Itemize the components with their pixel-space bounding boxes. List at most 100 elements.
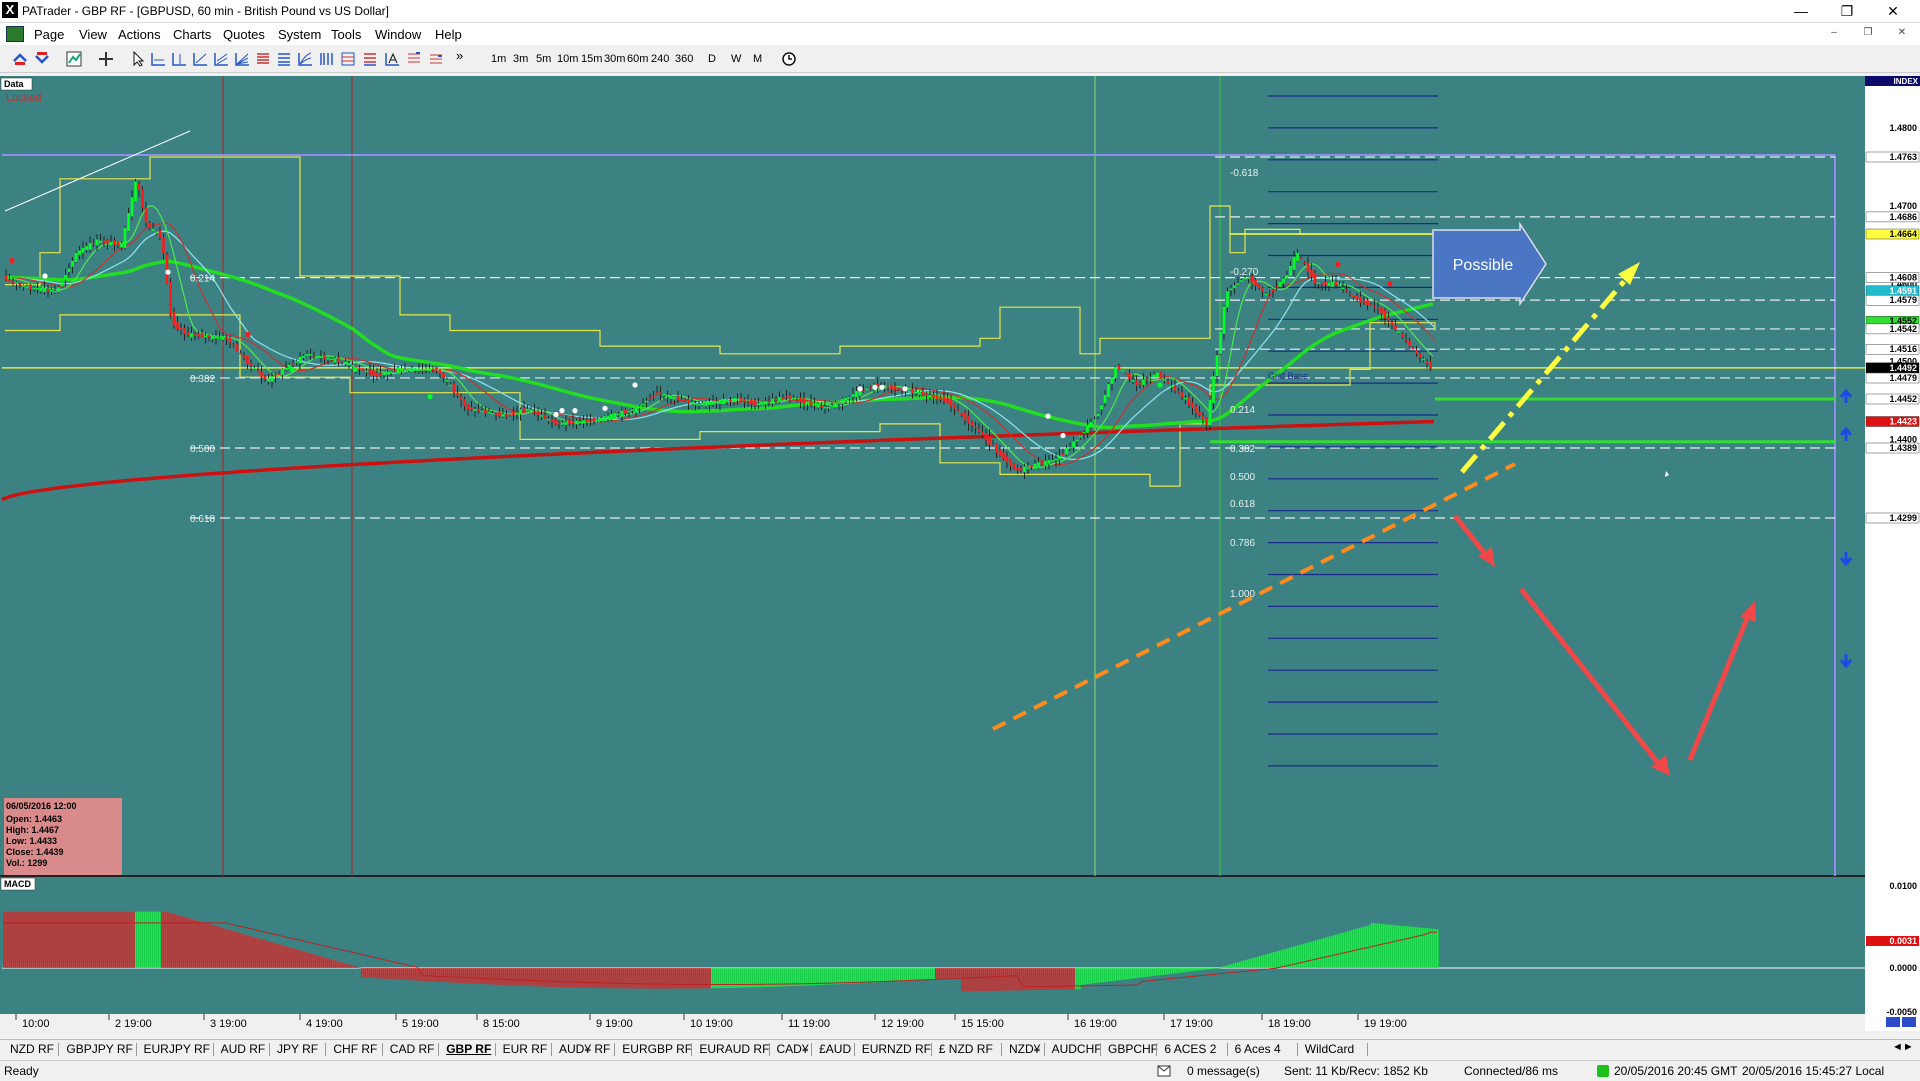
macd-histogram-bar	[307, 952, 309, 968]
symbol-tab[interactable]: GBP RF	[446, 1042, 491, 1056]
timeframe-60m-button[interactable]: 60m	[627, 53, 648, 65]
gann-grid-icon[interactable]	[340, 51, 356, 67]
macd-histogram-bar	[1333, 935, 1335, 968]
channel-icon[interactable]	[213, 51, 229, 67]
symbol-tab[interactable]: EURJPY RF	[144, 1042, 210, 1056]
candle-body	[683, 398, 687, 402]
symbol-tab[interactable]: AUD¥ RF	[559, 1042, 610, 1056]
timeframe-15m-button[interactable]: 15m	[581, 53, 602, 65]
macd-histogram-bar	[901, 968, 903, 981]
fib-fan-icon[interactable]	[297, 51, 313, 67]
symbol-tab[interactable]: NZD RF	[10, 1042, 54, 1056]
timeframe-daily-button[interactable]: D	[708, 53, 716, 65]
fib-retracement-icon[interactable]	[255, 51, 271, 67]
timeframe-monthly-button[interactable]: M	[753, 53, 762, 65]
tab-scroll-icon[interactable]: ◄►	[1892, 1041, 1914, 1053]
macd-histogram-bar	[1161, 968, 1163, 975]
minimize-button[interactable]: —	[1778, 0, 1824, 22]
macd-histogram-bar	[1093, 968, 1095, 984]
chart-icon[interactable]	[66, 51, 82, 67]
symbol-tab[interactable]: EURGBP RF	[622, 1042, 692, 1056]
timeframe-weekly-button[interactable]: W	[731, 53, 741, 65]
macd-histogram-bar	[719, 968, 721, 989]
menu-view[interactable]: View	[79, 27, 107, 42]
symbol-tab[interactable]: GBPCHF	[1108, 1042, 1158, 1056]
symbol-tab[interactable]: EURAUD RF	[699, 1042, 769, 1056]
timeframe-360-button[interactable]: 360	[675, 53, 693, 65]
mdi-minimize-button[interactable]: –	[1823, 27, 1845, 38]
candle-body	[277, 373, 281, 375]
candle-body	[1264, 293, 1268, 296]
menu-help[interactable]: Help	[435, 27, 462, 42]
mdi-restore-button[interactable]: ❐	[1857, 27, 1879, 38]
macd-histogram-bar	[841, 968, 843, 984]
time-axis-label: 3 19:00	[210, 1018, 247, 1030]
menu-window[interactable]: Window	[375, 27, 421, 42]
macd-histogram-bar	[263, 939, 265, 968]
timeframe-3m-button[interactable]: 3m	[513, 53, 528, 65]
candle-body	[760, 402, 764, 406]
timeframe-30m-button[interactable]: 30m	[604, 53, 625, 65]
fan-icon[interactable]	[234, 51, 250, 67]
candle-body	[386, 371, 389, 375]
maximize-button[interactable]: ❐	[1824, 0, 1870, 22]
menu-charts[interactable]: Charts	[173, 27, 211, 42]
macd-histogram-bar	[941, 968, 943, 979]
symbol-tab[interactable]: CAD¥	[777, 1042, 809, 1056]
chart-area[interactable]: INDEX 0.214 0.382 0.500 0.618 -0.618 -0.270 0.…	[0, 76, 1920, 1031]
elliott-wave-icon[interactable]	[406, 51, 422, 67]
menu-actions[interactable]: Actions	[118, 27, 161, 42]
symbol-tab[interactable]: NZD¥	[1009, 1042, 1040, 1056]
clock-icon[interactable]	[781, 51, 797, 67]
macd-histogram-bar	[337, 961, 339, 968]
crosshair-icon[interactable]	[98, 51, 114, 67]
symbol-tab[interactable]: EUR RF	[503, 1042, 548, 1056]
menu-tools[interactable]: Tools	[331, 27, 361, 42]
price-levels-icon[interactable]	[362, 51, 378, 67]
toolbar-overflow-button[interactable]: »	[456, 48, 463, 63]
menu-system[interactable]: System	[278, 27, 321, 42]
timeframe-1m-button[interactable]: 1m	[491, 53, 506, 65]
price-chart[interactable]: INDEX 0.214 0.382 0.500 0.618 -0.618 -0.270 0.…	[0, 76, 1920, 1031]
status-messages[interactable]: 0 message(s)	[1187, 1064, 1260, 1078]
symbol-tab[interactable]: CAD RF	[390, 1042, 435, 1056]
symbol-tab[interactable]: AUDCHF	[1052, 1042, 1102, 1056]
menu-quotes[interactable]: Quotes	[223, 27, 265, 42]
text-tool-icon[interactable]	[384, 51, 400, 67]
trend-line-icon[interactable]	[192, 51, 208, 67]
symbol-tab[interactable]: EURNZD RF	[862, 1042, 931, 1056]
fib-extension-icon[interactable]	[276, 51, 292, 67]
macd-histogram-bar	[301, 950, 303, 968]
macd-histogram-bar	[675, 968, 677, 989]
cycle-lines-icon[interactable]	[428, 51, 444, 67]
symbol-tab[interactable]: £AUD	[819, 1042, 851, 1056]
horizontal-line-icon[interactable]	[150, 51, 166, 67]
timeframe-10m-button[interactable]: 10m	[557, 53, 578, 65]
symbol-tab[interactable]: WildCard	[1305, 1042, 1354, 1056]
macd-histogram-bar	[575, 968, 577, 988]
pointer-icon[interactable]	[130, 51, 146, 67]
symbol-tab[interactable]: 6 Aces 4	[1235, 1042, 1281, 1056]
macd-histogram-bar	[545, 968, 547, 987]
candle-body	[1184, 397, 1187, 400]
tab-separator	[58, 1043, 60, 1056]
timeframe-240-button[interactable]: 240	[651, 53, 669, 65]
symbol-tab[interactable]: GBPJPY RF	[66, 1042, 132, 1056]
macd-histogram-bar	[33, 911, 35, 968]
mdi-close-button[interactable]: ✕	[1891, 27, 1913, 38]
timeframe-5m-button[interactable]: 5m	[536, 53, 551, 65]
symbol-tab[interactable]: 6 ACES 2	[1164, 1042, 1216, 1056]
message-icon[interactable]	[1157, 1065, 1171, 1077]
symbol-tab[interactable]: AUD RF	[221, 1042, 266, 1056]
menu-page[interactable]: Page	[34, 27, 64, 42]
symbol-tab[interactable]: CHF RF	[333, 1042, 377, 1056]
candle-body	[837, 402, 841, 404]
fib-time-icon[interactable]	[318, 51, 334, 67]
time-axis-label: 9 19:00	[596, 1018, 633, 1030]
zoom-in-icon[interactable]	[12, 51, 28, 67]
symbol-tab[interactable]: £ NZD RF	[939, 1042, 993, 1056]
symbol-tab[interactable]: JPY RF	[277, 1042, 318, 1056]
vertical-line-icon[interactable]	[171, 51, 187, 67]
close-button[interactable]: ✕	[1870, 0, 1916, 22]
zoom-out-icon[interactable]	[34, 51, 50, 67]
